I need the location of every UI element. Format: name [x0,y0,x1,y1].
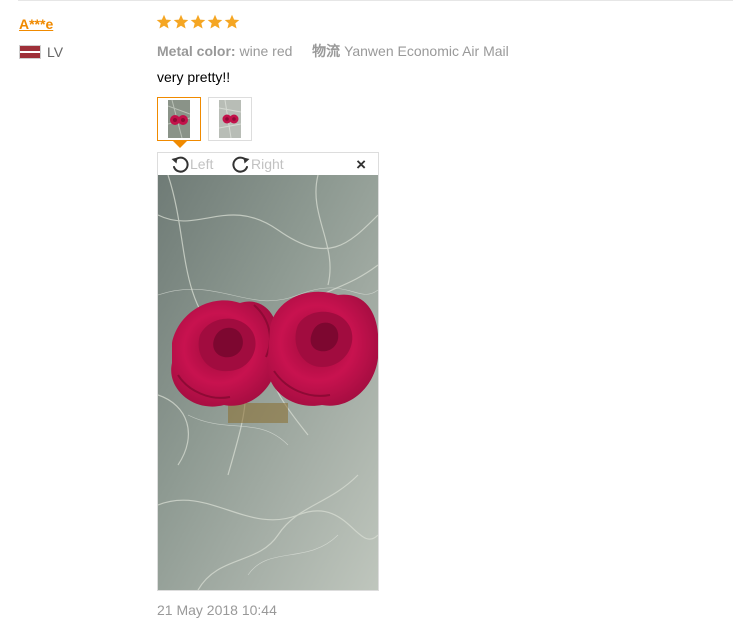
country-code: LV [47,44,64,60]
image-viewer-toolbar: Left Right × [158,153,378,175]
active-thumbnail-caret [173,141,187,148]
star-icon [173,14,189,29]
star-icon [224,14,240,29]
rose-photo-thumbnail-image [219,100,241,138]
metal-color-label: Metal color: [157,43,236,59]
rotate-left-label: Left [190,156,214,172]
rose-hair-comb-photo [158,175,378,590]
reviewer-country: LV [19,44,63,60]
review-date: 21 May 2018 10:44 [157,602,277,618]
review-attributes: Metal color: wine red 物流 Yanwen Economic… [157,41,509,61]
rotate-right-button[interactable]: Right [231,153,284,175]
rotate-left-button[interactable]: Left [170,153,213,175]
star-icon [207,14,223,29]
rotate-right-label: Right [251,156,284,172]
rose-photo-thumbnail-image [168,100,190,138]
star-icon [190,14,206,29]
review-photo-thumbnail[interactable] [208,97,252,141]
rating-stars [156,14,240,30]
latvia-flag-icon [19,45,41,59]
top-divider [18,0,733,1]
rotate-right-icon [232,156,250,173]
close-icon[interactable]: × [356,155,366,175]
rotate-left-icon [171,156,189,173]
reviewer-name-link[interactable]: A***e [19,16,53,32]
star-icon [156,14,172,29]
logistics-value: Yanwen Economic Air Mail [344,43,509,59]
image-viewer: Left Right × [157,152,379,591]
review-photo-thumbnail[interactable] [157,97,201,141]
metal-color-value: wine red [239,43,293,59]
logistics-label: 物流 [312,43,341,59]
review-text: very pretty!! [157,69,231,85]
